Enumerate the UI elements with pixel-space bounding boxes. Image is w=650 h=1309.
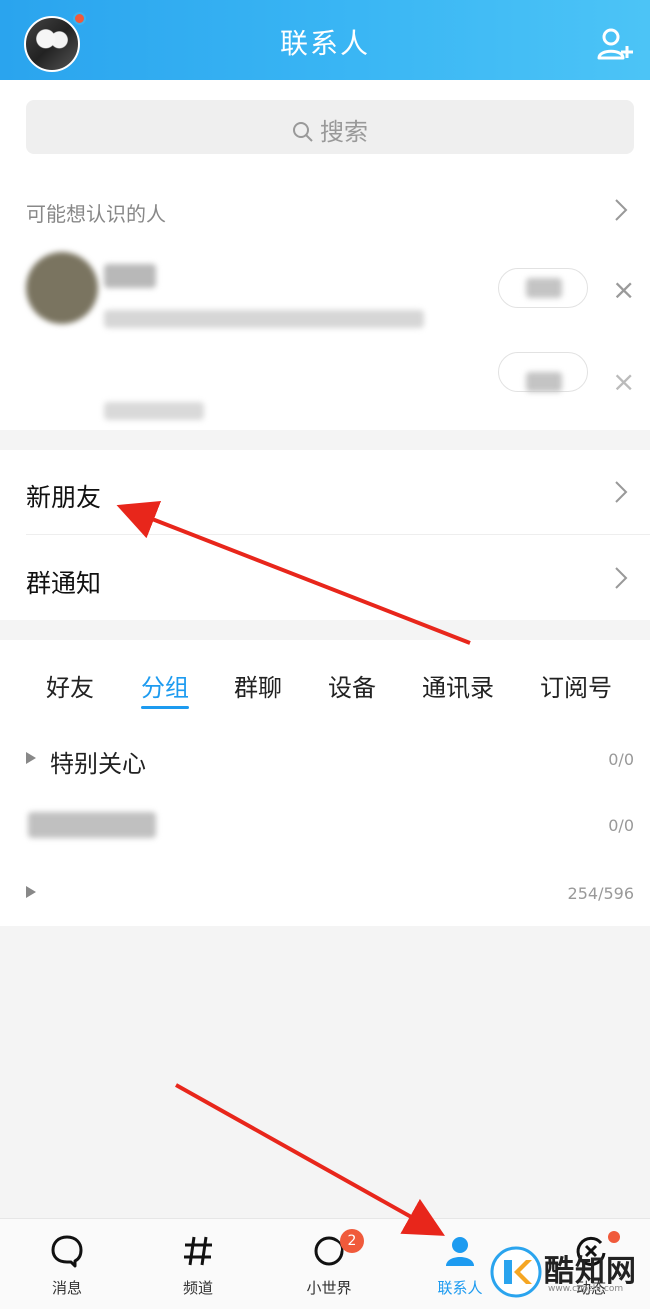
contacts-tabs: 好友 分组 群聊 设备 通讯录 订阅号 xyxy=(0,640,650,720)
contacts-icon xyxy=(446,1237,474,1266)
list-item[interactable]: 0/0 xyxy=(0,792,650,858)
nav-label: 小世界 xyxy=(306,1279,352,1297)
group-count: 254/596 xyxy=(567,884,634,903)
add-button-label xyxy=(526,372,562,392)
message-icon xyxy=(51,1235,83,1268)
tab-group-chats[interactable]: 群聊 xyxy=(234,668,282,703)
suggested-info xyxy=(104,310,424,328)
tab-devices[interactable]: 设备 xyxy=(328,668,376,703)
expand-triangle-icon xyxy=(26,886,36,898)
chevron-right-icon[interactable] xyxy=(614,566,628,590)
group-name: 特别关心 xyxy=(50,750,146,778)
tab-friends[interactable]: 好友 xyxy=(46,668,94,703)
annotation-arrow xyxy=(175,1083,445,1236)
nav-messages[interactable]: 消息 xyxy=(12,1219,122,1309)
nav-world[interactable]: 2 小世界 xyxy=(274,1219,384,1309)
page-title: 联系人 xyxy=(279,27,370,60)
tab-subscriptions[interactable]: 订阅号 xyxy=(540,668,612,703)
expand-triangle-icon xyxy=(26,752,36,764)
nav-channels[interactable]: 频道 xyxy=(143,1219,253,1309)
tab-address-book[interactable]: 通讯录 xyxy=(422,668,494,703)
watermark-logo-icon xyxy=(490,1246,542,1298)
chevron-right-icon[interactable] xyxy=(614,480,628,504)
nav-label: 频道 xyxy=(182,1279,213,1297)
group-count: 0/0 xyxy=(608,750,634,769)
list-item[interactable]: 特别关心 0/0 xyxy=(0,726,650,792)
search-placeholder: 搜索 xyxy=(320,118,368,146)
tab-groups[interactable]: 分组 xyxy=(141,668,189,703)
search-icon xyxy=(293,122,313,142)
suggested-info xyxy=(104,402,204,420)
add-button-label xyxy=(526,278,562,298)
nav-label: 消息 xyxy=(51,1279,82,1297)
hash-icon xyxy=(184,1236,212,1266)
divider xyxy=(26,534,650,535)
suggested-avatar[interactable] xyxy=(26,252,98,324)
add-friend-icon[interactable] xyxy=(596,26,636,62)
close-icon[interactable]: × xyxy=(612,276,635,304)
watermark: 酷知网 www.coozhi.com xyxy=(488,1242,638,1302)
badge-count: 2 xyxy=(340,1229,364,1253)
watermark-url: www.coozhi.com xyxy=(548,1284,624,1294)
new-friends-row[interactable]: 新朋友 xyxy=(26,478,101,514)
search-input[interactable]: 搜索 xyxy=(26,100,634,154)
group-notice-row[interactable]: 群通知 xyxy=(26,564,101,600)
group-count: 0/0 xyxy=(608,816,634,835)
group-name-blurred xyxy=(28,812,156,838)
suggested-name xyxy=(104,264,156,288)
list-item[interactable]: 254/596 xyxy=(0,858,650,924)
active-tab-indicator xyxy=(141,706,189,709)
close-icon[interactable]: × xyxy=(612,368,635,396)
title-bar: 联系人 xyxy=(0,0,650,80)
suggestions-title: 可能想认识的人 xyxy=(26,202,166,226)
chevron-right-icon[interactable] xyxy=(614,198,628,222)
